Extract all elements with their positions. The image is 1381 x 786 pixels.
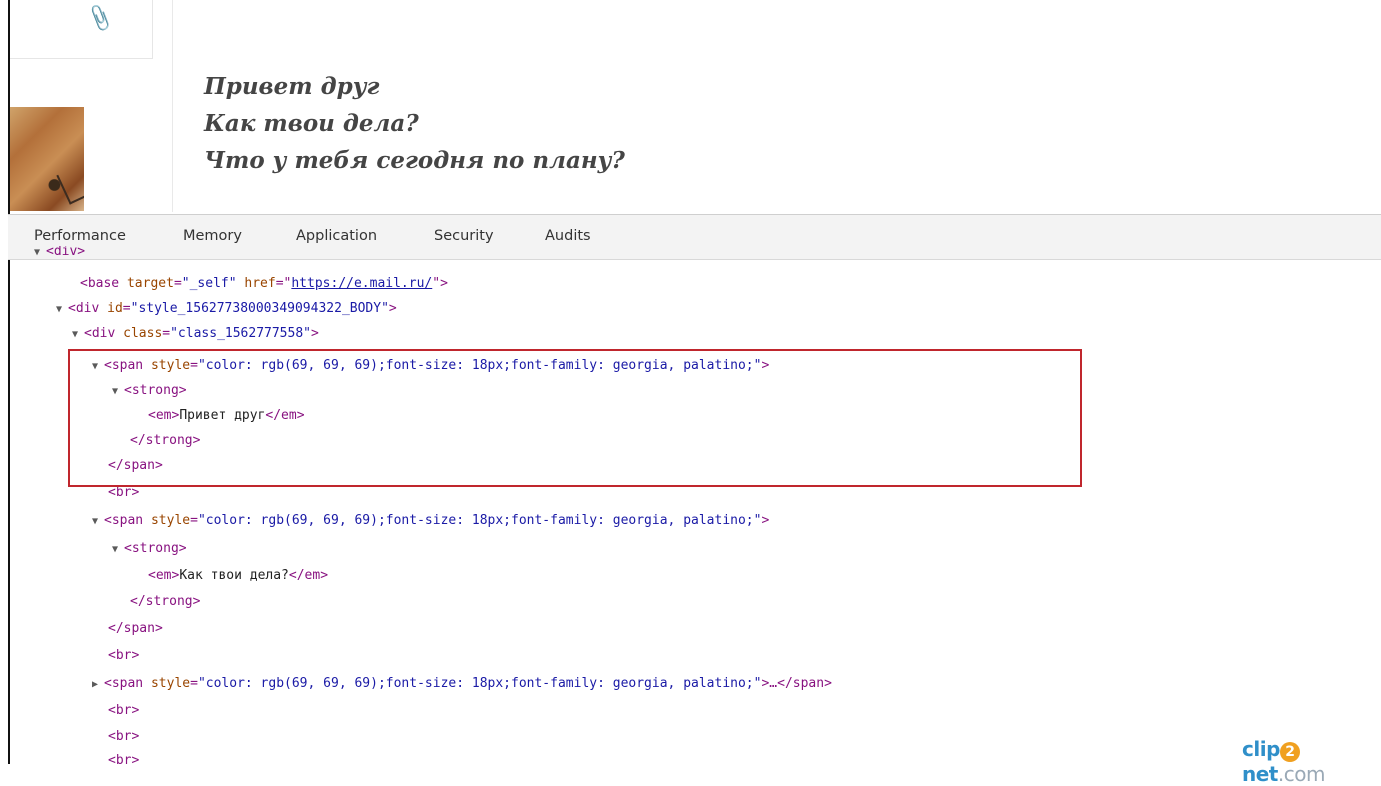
expand-triangle-icon[interactable]: ▼ <box>72 324 84 346</box>
clip2net-watermark: clip 2net.com <box>1242 737 1325 786</box>
tab-application[interactable]: Application <box>296 228 377 244</box>
href-link[interactable]: https://e.mail.ru/ <box>291 276 432 291</box>
expand-triangle-icon[interactable]: ▼ <box>92 511 104 533</box>
dom-node-strong-2[interactable]: ▼ <strong> <box>112 538 187 560</box>
dom-node-span-2-close[interactable]: </span> <box>108 618 163 640</box>
dom-node-class-div[interactable]: ▼ <div class="class_1562777558"> <box>72 323 319 345</box>
dom-node-br-2[interactable]: <br> <box>108 645 139 667</box>
tab-security[interactable]: Security <box>434 228 494 244</box>
dom-node-base[interactable]: <base target="_self" href="https://e.mai… <box>80 273 448 295</box>
attachment-panel[interactable]: 📎 <box>10 0 153 59</box>
dom-node-br-3[interactable]: <br> <box>108 700 139 722</box>
paperclip-icon[interactable]: 📎 <box>85 2 117 33</box>
expand-triangle-icon[interactable]: ▼ <box>56 299 68 321</box>
dom-node-br-5[interactable]: <br> <box>108 750 139 764</box>
highlight-box <box>68 349 1082 487</box>
dom-node-span-2[interactable]: ▼ <span style="color: rgb(69, 69, 69);fon… <box>92 510 769 532</box>
tab-performance[interactable]: Performance <box>34 228 126 244</box>
collapse-triangle-icon[interactable]: ▶ <box>92 674 104 696</box>
dom-node-span-3[interactable]: ▶ <span style="color: rgb(69, 69, 69);fon… <box>92 673 832 695</box>
dom-node-br-4[interactable]: <br> <box>108 726 139 748</box>
dom-node-strong-2-close[interactable]: </strong> <box>130 591 200 613</box>
dom-node-em-2[interactable]: <em>Как твои дела?</em> <box>148 565 328 587</box>
email-line-2: Как твои дела? <box>204 110 419 137</box>
expand-triangle-icon[interactable]: ▼ <box>112 539 124 561</box>
sender-avatar <box>10 107 84 211</box>
dom-node-body-div[interactable]: ▼ <div id="style_15627738000349094322_BOD… <box>56 298 397 320</box>
dom-node-div-cut[interactable]: ▼ <div> <box>34 246 85 260</box>
tab-audits[interactable]: Audits <box>545 228 591 244</box>
panel-divider <box>172 0 173 212</box>
tab-memory[interactable]: Memory <box>183 228 242 244</box>
email-line-3: Что у тебя сегодня по плану? <box>204 147 625 174</box>
expand-triangle-icon[interactable]: ▼ <box>34 247 46 259</box>
devtools-tab-bar: Performance Memory Application Security … <box>8 214 1381 260</box>
email-line-1: Привет друг <box>204 73 380 100</box>
email-body: Привет друг Как твои дела? Что у тебя се… <box>204 68 625 179</box>
